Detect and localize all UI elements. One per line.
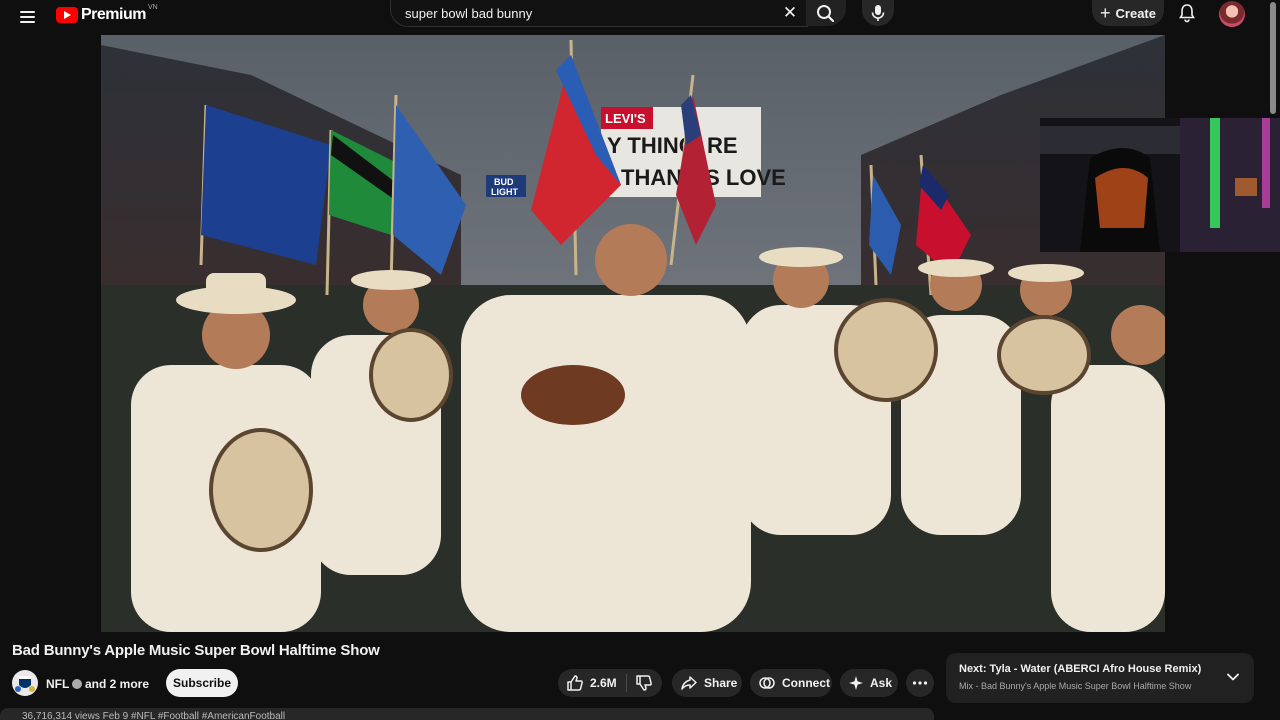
webcam-scene [1040,118,1280,252]
up-next-card[interactable]: Next: Tyla - Water (ABERCI Afro House Re… [946,653,1254,703]
share-icon [681,676,697,690]
create-button[interactable]: + Create [1092,0,1164,26]
close-icon[interactable]: ✕ [780,3,800,23]
scene-sign-levis: LEVI'S [605,111,646,126]
account-avatar[interactable] [1219,1,1245,27]
create-label: Create [1115,5,1156,21]
search-input[interactable] [403,5,767,22]
scene-sign-line1b: RE [707,133,738,158]
scene-sign-light: LIGHT [491,187,518,197]
channel-name[interactable]: NFL [46,677,69,691]
connect-button[interactable]: Connect [750,669,832,697]
up-next-title: Next: Tyla - Water (ABERCI Afro House Re… [959,663,1202,675]
video-player[interactable]: LEVI'S Y THING RE THAN IS LOVE BUD LIGHT [101,35,1165,632]
sparkle-icon [849,676,863,690]
webcam-overlay [1040,118,1280,252]
thumbs-down-icon [636,675,653,691]
search-icon [817,5,835,23]
up-next-subtitle: Mix - Bad Bunny's Apple Music Super Bowl… [959,681,1192,691]
video-title: Bad Bunny's Apple Music Super Bowl Halft… [12,642,380,659]
more-horizontal-icon [912,681,928,685]
connect-icon [759,677,775,689]
video-frame: LEVI'S Y THING RE THAN IS LOVE BUD LIGHT [101,35,1165,632]
top-bar: Premium VN ✕ + Create [0,0,1280,34]
collaborators-link[interactable]: and 2 more [85,677,149,691]
page-scrollbar[interactable] [1268,0,1278,720]
search-button[interactable] [806,0,846,26]
subscribe-button[interactable]: Subscribe [166,669,238,697]
scene-sign-line2: THAN [621,165,682,190]
ask-button[interactable]: Ask [840,669,898,697]
share-button[interactable]: Share [672,669,742,697]
search-box [390,0,808,27]
nfl-shield-icon [15,676,35,692]
description-preview: 36,716,314 views Feb 9 #NFL #Football #A… [22,711,286,720]
brand-label: Premium [81,6,146,23]
menu-icon[interactable] [16,5,40,29]
youtube-logo-icon [56,7,78,23]
bell-icon [1179,4,1195,23]
channel-avatar[interactable] [12,670,38,696]
connect-label: Connect [782,676,830,690]
chevron-down-icon[interactable] [1226,670,1240,684]
youtube-premium-logo[interactable]: Premium VN [56,4,158,26]
ask-label: Ask [870,676,893,690]
like-dislike-group: 2.6M [558,669,662,697]
scene-sign-bud: BUD [494,177,514,187]
thumbs-up-icon [567,675,583,691]
dislike-button[interactable] [627,669,662,697]
mic-icon [871,5,885,21]
country-code: VN [147,3,158,11]
share-label: Share [704,676,738,690]
verified-icon [72,679,82,689]
like-count: 2.6M [590,676,617,690]
plus-icon: + [1100,3,1111,23]
like-button[interactable]: 2.6M [558,669,626,697]
voice-search-button[interactable] [862,0,894,26]
more-actions-button[interactable] [906,669,934,697]
scrollbar-thumb[interactable] [1270,2,1276,114]
notifications-button[interactable] [1176,2,1198,24]
